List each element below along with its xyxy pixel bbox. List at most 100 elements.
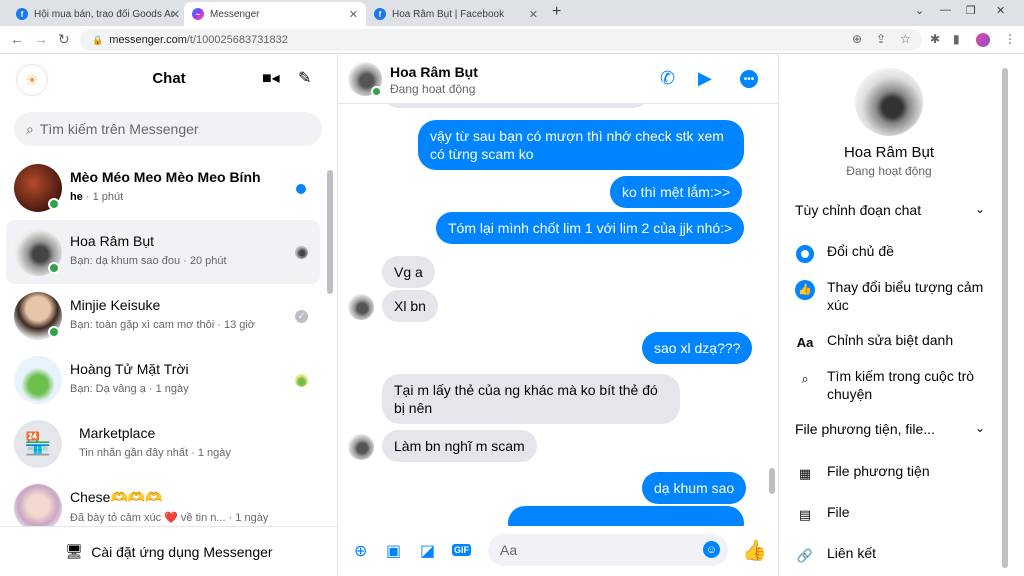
message-bubble-outgoing[interactable]: sao xl dzạ???	[642, 332, 753, 364]
conversation-name: Marketplace	[79, 425, 156, 441]
thumbs-up-icon: 👍	[795, 280, 815, 300]
media-files-section[interactable]: File phương tiện, file... ⌄	[795, 421, 985, 437]
tab-messenger[interactable]: ~ Messenger ✕	[184, 2, 366, 26]
file-icon: ▤	[798, 507, 812, 522]
video-call-icon[interactable]: ▶	[698, 68, 712, 89]
close-icon[interactable]: ✕	[349, 8, 358, 21]
forward-button[interactable]: →	[34, 31, 48, 47]
message-input[interactable]: Aa ☺	[488, 534, 728, 566]
message-bubble-incoming[interactable]: Xl bn	[382, 290, 438, 322]
back-button[interactable]: ←	[10, 31, 24, 47]
message-bubble-outgoing[interactable]: vậy từ sau bạn có mượn thì nhớ check stk…	[418, 120, 744, 170]
message-scrollbar[interactable]	[768, 104, 776, 526]
chat-title: Chat	[152, 70, 186, 87]
side-panel-icon[interactable]: ▮	[953, 32, 960, 46]
chevron-down-icon[interactable]: ⌄	[915, 4, 924, 17]
contact-name[interactable]: Hoa Râm Bụt	[390, 64, 478, 80]
conversation-item[interactable]: Minjie Keisuke Bạn: toàn gặp xì cam mơ t…	[6, 284, 320, 348]
facebook-icon: f	[374, 8, 386, 20]
item-label: Chỉnh sửa biệt danh	[827, 332, 954, 348]
aa-icon: Aa	[796, 335, 814, 350]
conversation-name: Minjie Keisuke	[70, 297, 161, 313]
message-list: vậy từ sau bạn có mượn thì nhớ check stk…	[338, 104, 768, 526]
conversation-info-panel: Hoa Râm Bụt Đang hoạt động Tùy chỉnh đoạ…	[778, 54, 998, 576]
search-icon: ⌕	[26, 120, 34, 137]
phone-call-icon[interactable]: ✆	[660, 68, 675, 89]
close-icon[interactable]: ✕	[529, 8, 538, 21]
url-field[interactable]: 🔒 messenger.com/t/100025683731832	[80, 29, 922, 51]
image-icon[interactable]: ▣	[386, 541, 401, 561]
seen-avatar	[295, 374, 308, 387]
customize-chat-section[interactable]: Tùy chỉnh đoạn chat ⌄	[795, 202, 985, 218]
page-scrollbar[interactable]	[998, 54, 1024, 576]
media-icon: ▦	[798, 466, 812, 481]
conversation-list: Mèo Méo Meo Mèo Meo Bính he · 1 phút Hoa…	[0, 154, 324, 526]
avatar	[14, 484, 62, 526]
more-options-icon[interactable]: •••	[740, 70, 758, 88]
chat-list-panel: ☀ Chat ■◂ ✎ ⌕ Tìm kiếm trên Messenger Mè…	[0, 54, 338, 576]
conversation-name: Mèo Méo Meo Mèo Meo Bính	[70, 169, 261, 185]
delivered-check-icon: ✓	[295, 310, 308, 323]
profile-avatar[interactable]	[976, 33, 990, 47]
browser-tab-bar: f Hội mua bán, trao đổi Goods An ✕ ~ Mes…	[0, 0, 1024, 26]
chat-list-scrollbar[interactable]	[326, 158, 334, 518]
sticker-icon[interactable]: ◪	[420, 541, 435, 561]
conversation-item[interactable]: Chese🫶🫶🫶 Đã bày tỏ cảm xúc ❤️ về tin n..…	[6, 476, 320, 526]
gif-icon[interactable]: GIF	[452, 544, 471, 556]
tab-title: Hội mua bán, trao đổi Goods An	[34, 8, 174, 20]
contact-avatar-large[interactable]	[855, 68, 923, 136]
conversation-preview: Bạn: Dạ vâng ạ · 1 ngày	[70, 383, 189, 395]
minimize-button[interactable]: —	[940, 4, 951, 16]
search-input[interactable]: ⌕ Tìm kiếm trên Messenger	[14, 112, 322, 146]
chevron-down-icon: ⌄	[974, 421, 985, 435]
url-domain: messenger.com	[109, 34, 187, 46]
message-bubble-incoming[interactable]: Vg a	[382, 256, 435, 288]
video-call-icon[interactable]: ■◂	[262, 68, 280, 88]
conversation-item[interactable]: Hoa Râm Bụt Bạn: dạ khum sao đou · 20 ph…	[6, 220, 320, 284]
message-bubble-outgoing[interactable]: dạ khum sao	[642, 472, 747, 504]
extensions-icon[interactable]: ✱	[930, 32, 940, 46]
bookmark-star-icon[interactable]: ☆	[900, 32, 911, 46]
new-tab-button[interactable]: +	[552, 3, 561, 21]
share-icon[interactable]: ⇪	[876, 32, 886, 46]
conversation-preview: Đã bày tỏ cảm xúc ❤️ về tin n... · 1 ngà…	[70, 512, 269, 524]
marketplace-icon: 🏪	[14, 420, 62, 468]
message-bubble-incoming[interactable]: Làm bn nghĩ m scam	[382, 430, 537, 462]
tab-facebook-profile[interactable]: f Hoa Râm Bụt | Facebook ✕	[366, 2, 546, 26]
install-app-button[interactable]: 🖥 Cài đặt ứng dụng Messenger	[0, 526, 338, 576]
thumbs-up-icon[interactable]: 👍	[742, 538, 767, 563]
conversation-name: Chese🫶🫶🫶	[70, 489, 163, 505]
tab-goods[interactable]: f Hội mua bán, trao đổi Goods An ✕	[8, 2, 188, 26]
conversation-preview: Bạn: dạ khum sao đou · 20 phút	[70, 255, 227, 267]
tab-title: Messenger	[210, 8, 260, 20]
message-bubble-incoming[interactable]: Tại m lấy thẻ của ng khác mà ko bít thẻ …	[382, 374, 680, 424]
conversation-name: Hoàng Tử Mặt Trời	[70, 361, 189, 377]
zoom-icon[interactable]: ⊕	[852, 32, 862, 46]
menu-icon[interactable]: ⋮	[1004, 32, 1016, 46]
plus-circle-icon[interactable]: ⊕	[354, 541, 367, 561]
link-icon: 🔗	[796, 548, 814, 563]
conversation-preview: Tin nhắn gần đây nhất · 1 ngày	[79, 447, 231, 459]
new-message-icon[interactable]: ✎	[298, 68, 311, 88]
conversation-panel: Hoa Râm Bụt Đang hoạt động ✆ ▶ ••• vậy t…	[338, 54, 778, 576]
conversation-item[interactable]: Hoàng Tử Mặt Trời Bạn: Dạ vâng ạ · 1 ngà…	[6, 348, 320, 412]
sender-avatar	[348, 294, 374, 320]
tab-title: Hoa Râm Bụt | Facebook	[392, 8, 505, 20]
emoji-icon[interactable]: ☺	[703, 541, 720, 558]
maximize-button[interactable]: ❐	[966, 4, 976, 17]
message-bubble-outgoing[interactable]: Tóm lại mình chốt lim 1 với lim 2 của jj…	[436, 212, 745, 244]
conversation-item[interactable]: Mèo Méo Meo Mèo Meo Bính he · 1 phút	[6, 156, 320, 220]
close-icon[interactable]: ✕	[171, 8, 180, 21]
close-window-button[interactable]: ✕	[996, 4, 1005, 17]
conversation-preview: he · 1 phút	[70, 191, 124, 203]
item-label: File	[827, 504, 850, 520]
reload-button[interactable]: ↻	[58, 31, 70, 48]
contact-status: Đang hoạt động	[390, 82, 476, 96]
info-contact-status: Đang hoạt động	[846, 164, 932, 178]
conversation-item-marketplace[interactable]: 🏪 Marketplace Tin nhắn gần đây nhất · 1 …	[6, 412, 320, 476]
theme-icon	[795, 244, 815, 264]
message-composer: ⊕ ▣ ◪ GIF Aa ☺ 👍	[338, 526, 778, 576]
online-indicator	[48, 326, 60, 338]
message-bubble-outgoing[interactable]: ko thì mệt lắm:>>	[610, 176, 743, 208]
search-placeholder: Tìm kiếm trên Messenger	[39, 121, 199, 137]
